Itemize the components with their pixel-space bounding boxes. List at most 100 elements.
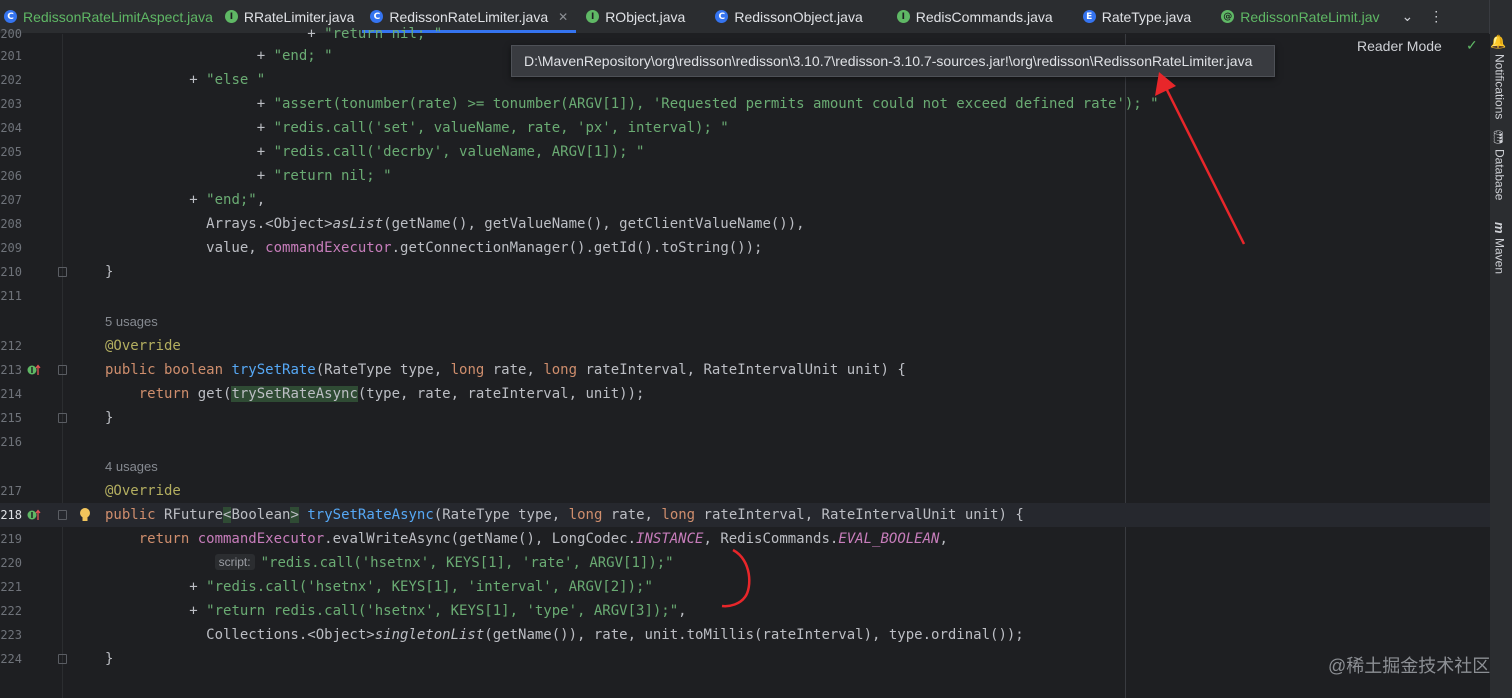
code-text: value, commandExecutor.getConnectionMana… bbox=[105, 240, 763, 256]
code-text: + "else " bbox=[105, 72, 266, 88]
line-number: 224 bbox=[0, 652, 22, 666]
line-number: 219 bbox=[0, 532, 22, 546]
code-line: 215 } bbox=[0, 406, 1490, 430]
code-line: 200 + "return nil; " bbox=[0, 22, 1490, 46]
line-number: 211 bbox=[0, 289, 22, 303]
code-line: 224 } bbox=[0, 647, 1490, 671]
code-line-current: 218 I public RFuture<Boolean> trySetRate… bbox=[0, 503, 1490, 527]
code-text: return commandExecutor.evalWriteAsync(ge… bbox=[105, 531, 948, 547]
lightbulb-icon[interactable] bbox=[79, 507, 91, 523]
fold-marker-icon[interactable] bbox=[58, 654, 67, 664]
code-text: public boolean trySetRate(RateType type,… bbox=[105, 362, 906, 378]
code-text: + "return nil; " bbox=[105, 26, 443, 42]
code-text: + "return nil; " bbox=[105, 168, 392, 184]
override-icon[interactable]: I bbox=[27, 508, 41, 522]
line-number: 212 bbox=[0, 339, 22, 353]
line-number: 222 bbox=[0, 604, 22, 618]
code-line: 206 + "return nil; " bbox=[0, 164, 1490, 188]
code-line: 222 + "return redis.call('hsetnx', KEYS[… bbox=[0, 599, 1490, 623]
database-tool-button[interactable]: 🛢 Database bbox=[1492, 128, 1507, 200]
reader-mode-button[interactable]: Reader Mode bbox=[1357, 38, 1442, 54]
code-line: 221 + "redis.call('hsetnx', KEYS[1], 'in… bbox=[0, 575, 1490, 599]
code-text: @Override bbox=[105, 483, 181, 499]
code-line: 220 script: "redis.call('hsetnx', KEYS[1]… bbox=[0, 551, 1490, 575]
code-text: return get(trySetRateAsync(type, rate, r… bbox=[105, 386, 645, 402]
line-number: 213 bbox=[0, 363, 22, 377]
line-number: 221 bbox=[0, 580, 22, 594]
line-number: 203 bbox=[0, 97, 22, 111]
file-path-tooltip: D:\MavenRepository\org\redisson\redisson… bbox=[511, 45, 1275, 77]
watermark: @稀土掘金技术社区 bbox=[1328, 656, 1491, 676]
line-number: 201 bbox=[0, 49, 22, 63]
fold-marker-icon[interactable] bbox=[58, 413, 67, 423]
svg-text:I: I bbox=[31, 366, 34, 375]
maven-icon: m bbox=[1492, 222, 1507, 234]
fold-marker-icon[interactable] bbox=[58, 510, 67, 520]
line-number: 220 bbox=[0, 556, 22, 570]
usages-hint[interactable]: 4 usages bbox=[105, 455, 158, 479]
line-number: 207 bbox=[0, 193, 22, 207]
line-number: 204 bbox=[0, 121, 22, 135]
code-line: 207 + "end;", bbox=[0, 188, 1490, 212]
line-number: 208 bbox=[0, 217, 22, 231]
code-line: 204 + "redis.call('set', valueName, rate… bbox=[0, 116, 1490, 140]
line-number: 223 bbox=[0, 628, 22, 642]
code-vision-line: 4 usages bbox=[0, 455, 1490, 479]
usages-hint[interactable]: 5 usages bbox=[105, 310, 158, 334]
line-number: 209 bbox=[0, 241, 22, 255]
database-icon: 🛢 bbox=[1492, 128, 1507, 145]
line-number: 210 bbox=[0, 265, 22, 279]
line-number: 218 bbox=[0, 508, 22, 522]
code-text: } bbox=[105, 264, 114, 280]
line-number: 200 bbox=[0, 27, 22, 41]
code-line: 212 @Override bbox=[0, 334, 1490, 358]
tool-label: Notifications bbox=[1492, 53, 1507, 120]
code-text: Arrays.<Object>asList(getName(), getValu… bbox=[105, 216, 805, 232]
code-text: } bbox=[105, 651, 114, 667]
code-text: + "end;", bbox=[105, 192, 266, 208]
code-line: 216 bbox=[0, 430, 1490, 454]
code-line: 208 Arrays.<Object>asList(getName(), get… bbox=[0, 212, 1490, 236]
bell-icon: 🔔 bbox=[1492, 34, 1507, 50]
code-line: 210 } bbox=[0, 260, 1490, 284]
line-number: 214 bbox=[0, 387, 22, 401]
parameter-hint: script: bbox=[214, 554, 255, 570]
code-text: + "return redis.call('hsetnx', KEYS[1], … bbox=[105, 603, 687, 619]
override-icon[interactable]: I bbox=[27, 363, 41, 377]
line-number: 202 bbox=[0, 73, 22, 87]
code-text: } bbox=[105, 410, 114, 426]
line-number: 217 bbox=[0, 484, 22, 498]
code-editor[interactable]: 200 + "return nil; " 201 + "end; " 202 +… bbox=[0, 26, 1490, 698]
line-number: 215 bbox=[0, 411, 22, 425]
line-number: 205 bbox=[0, 145, 22, 159]
code-text: + "redis.call('decrby', valueName, ARGV[… bbox=[105, 144, 645, 160]
tool-label: Database bbox=[1492, 148, 1507, 200]
maven-tool-button[interactable]: m Maven bbox=[1492, 222, 1507, 274]
notifications-tool-button[interactable]: 🔔 Notifications bbox=[1492, 34, 1507, 119]
tool-window-strip: 🔔 Notifications 🛢 Database m Maven bbox=[1489, 0, 1512, 698]
code-line: 223 Collections.<Object>singletonList(ge… bbox=[0, 623, 1490, 647]
check-icon[interactable]: ✓ bbox=[1466, 37, 1478, 54]
tool-label: Maven bbox=[1492, 237, 1507, 274]
svg-text:I: I bbox=[31, 511, 34, 520]
code-text: @Override bbox=[105, 338, 181, 354]
code-line: 217 @Override bbox=[0, 479, 1490, 503]
code-text: public RFuture<Boolean> trySetRateAsync(… bbox=[105, 507, 1024, 523]
code-text: Collections.<Object>singletonList(getNam… bbox=[105, 627, 1024, 643]
code-line: 203 + "assert(tonumber(rate) >= tonumber… bbox=[0, 92, 1490, 116]
code-line: 205 + "redis.call('decrby', valueName, A… bbox=[0, 140, 1490, 164]
code-line: 209 value, commandExecutor.getConnection… bbox=[0, 236, 1490, 260]
code-text: + "end; " bbox=[105, 48, 333, 64]
fold-marker-icon[interactable] bbox=[58, 365, 67, 375]
fold-marker-icon[interactable] bbox=[58, 267, 67, 277]
code-text: script: "redis.call('hsetnx', KEYS[1], 'r… bbox=[105, 551, 674, 575]
code-text: + "assert(tonumber(rate) >= tonumber(ARG… bbox=[105, 96, 1159, 112]
line-number: 206 bbox=[0, 169, 22, 183]
code-line: 214 return get(trySetRateAsync(type, rat… bbox=[0, 382, 1490, 406]
code-line: 219 return commandExecutor.evalWriteAsyn… bbox=[0, 527, 1490, 551]
code-text: + "redis.call('hsetnx', KEYS[1], 'interv… bbox=[105, 579, 653, 595]
line-number: 216 bbox=[0, 435, 22, 449]
code-line: 213 I public boolean trySetRate(RateType… bbox=[0, 358, 1490, 382]
code-text: + "redis.call('set', valueName, rate, 'p… bbox=[105, 120, 729, 136]
code-vision-line: 5 usages bbox=[0, 310, 1490, 334]
